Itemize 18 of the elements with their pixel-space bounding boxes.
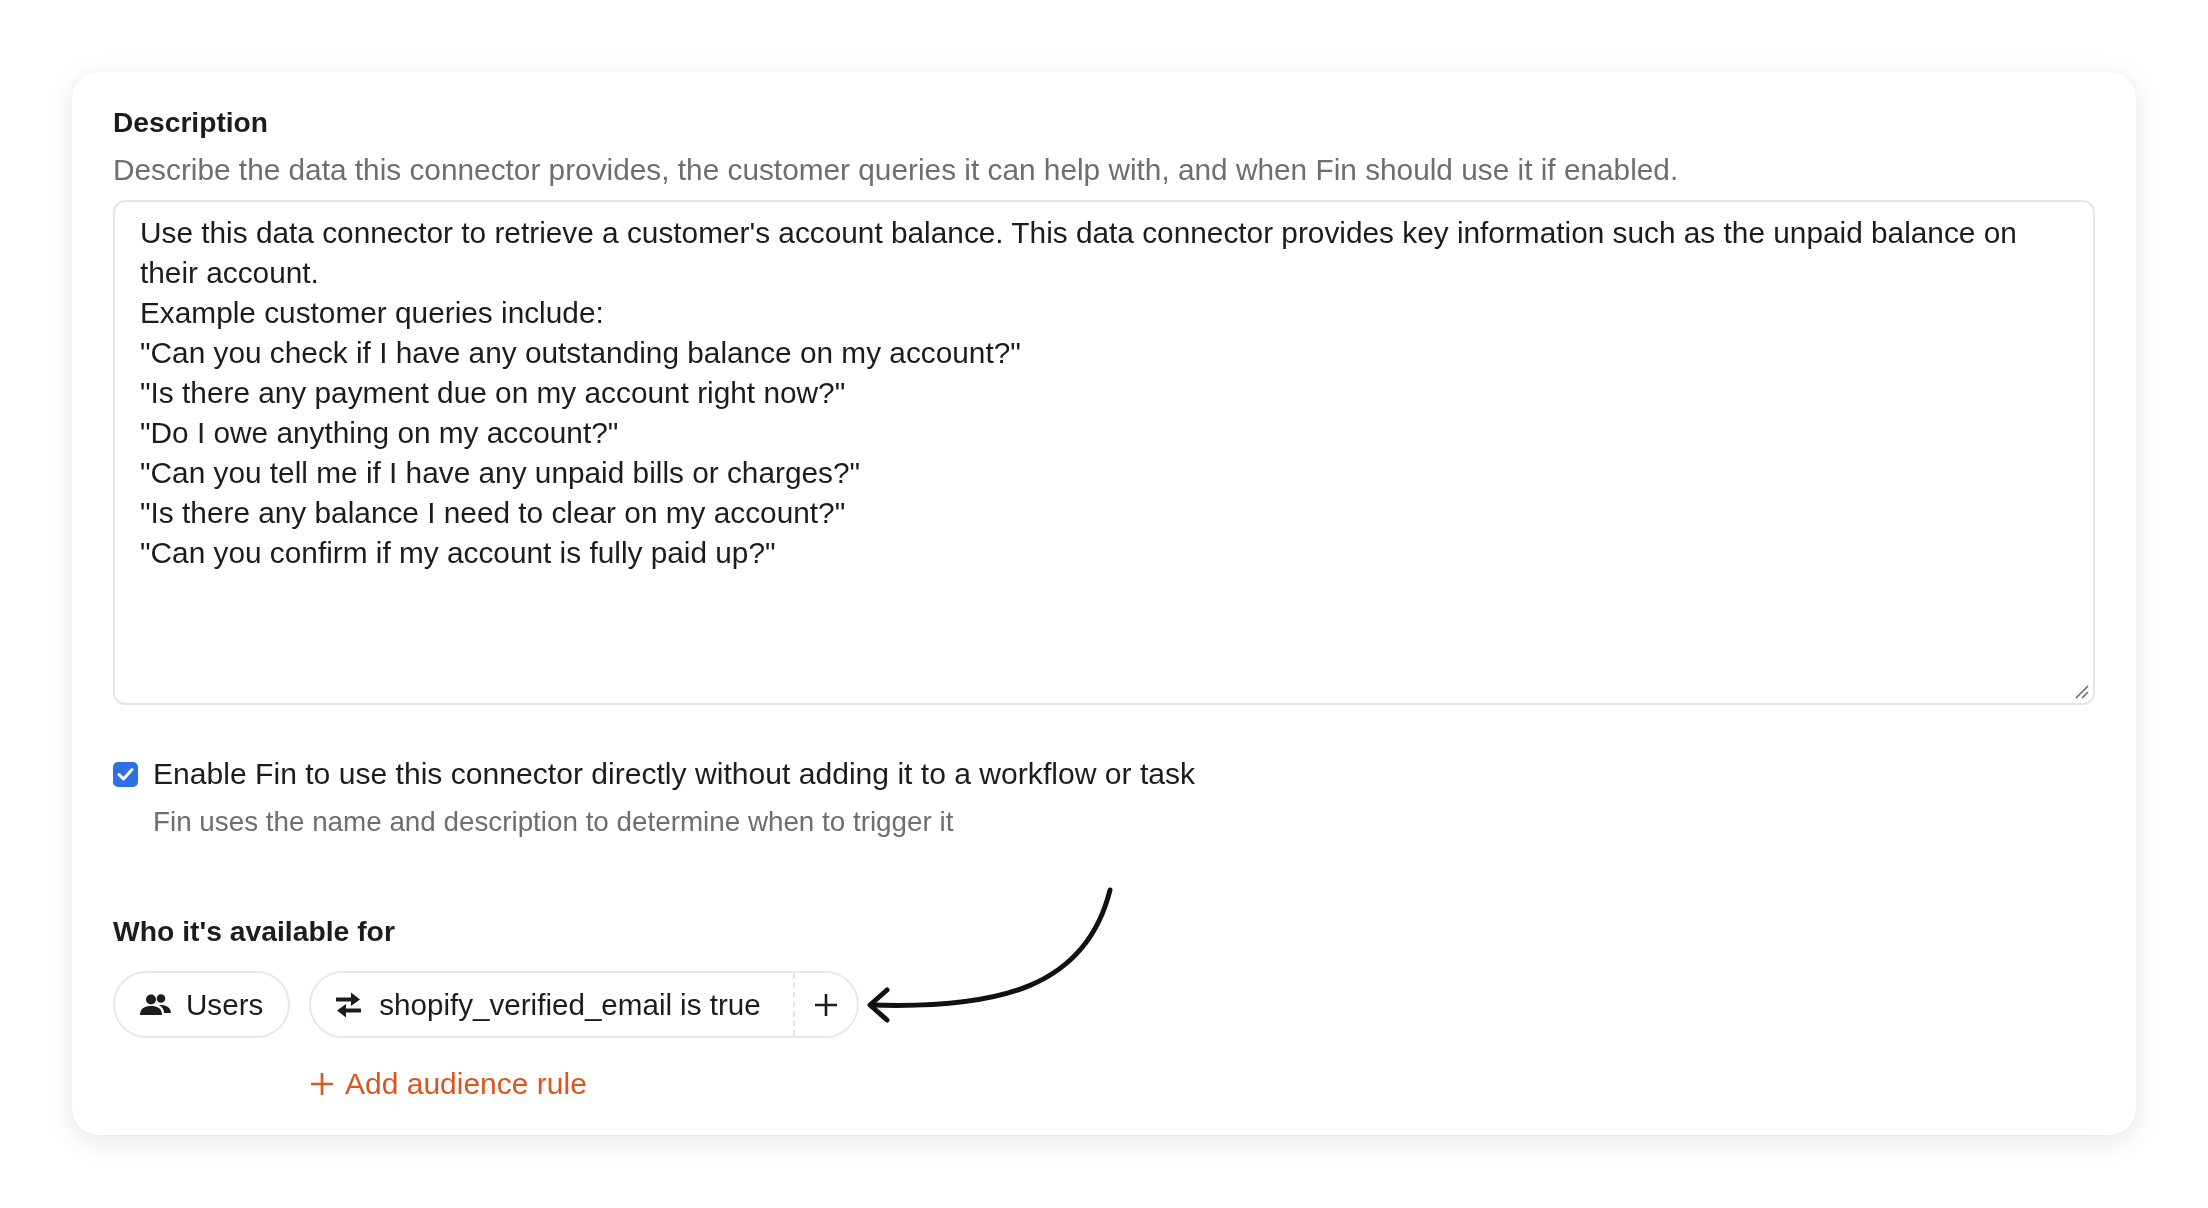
checkmark-icon bbox=[117, 767, 134, 781]
audience-rule-chip[interactable]: shopify_verified_email is true bbox=[309, 971, 859, 1038]
resize-handle-icon bbox=[2075, 685, 2089, 699]
description-textarea[interactable]: Use this data connector to retrieve a customer's account balance. This data connector provides key information such as the unpaid balance on their account. Example customer queries include: "Can you check if I have any outstanding balance on my account?" "Is there any payment due on my account right now?" "Do I owe anything on my account?" "Can you tell me if I have any unpaid bills or charges?" "Is there any balance I need to clear on my account?" "Can you confirm if my account is fully paid up?" bbox=[113, 200, 2095, 705]
checkbox[interactable] bbox=[113, 761, 138, 787]
plus-icon bbox=[814, 993, 837, 1016]
rule-attribute: shopify_verified_email bbox=[379, 987, 673, 1022]
checkbox-label: Enable Fin to use this connector directly without adding it to a workflow or task bbox=[153, 756, 1196, 792]
users-icon bbox=[140, 993, 171, 1016]
plus-icon bbox=[311, 1073, 333, 1095]
add-audience-rule-link[interactable]: Add audience rule bbox=[311, 1067, 587, 1101]
users-chip[interactable]: Users bbox=[113, 971, 291, 1038]
swap-arrows-icon bbox=[335, 991, 363, 1018]
checkbox-hint: Fin uses the name and description to determine when to trigger it bbox=[153, 806, 954, 838]
section-title: Who it's available for bbox=[113, 914, 395, 948]
description-label: Description bbox=[113, 105, 269, 139]
rule-condition: is true bbox=[680, 987, 761, 1022]
description-hint: Describe the data this connector provides, the customer queries it can help with, and when Fin should use it if enabled. bbox=[113, 153, 1679, 187]
